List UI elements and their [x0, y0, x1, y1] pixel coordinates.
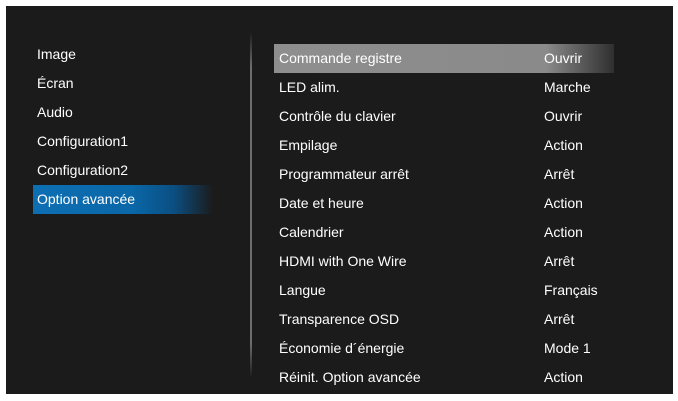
category-item-label: Option avancée — [37, 191, 136, 207]
setting-label: Transparence OSD — [279, 311, 400, 327]
category-item-label: Image — [37, 46, 76, 62]
setting-label: LED alim. — [279, 79, 340, 95]
setting-label: HDMI with One Wire — [279, 253, 407, 269]
category-item-label: Écran — [37, 75, 74, 91]
setting-value: Ouvrir — [544, 50, 583, 66]
settings-list: Commande registre Ouvrir LED alim. March… — [274, 44, 614, 392]
setting-value: Action — [544, 224, 583, 240]
category-item-label: Configuration1 — [37, 133, 129, 149]
setting-value: Action — [544, 195, 583, 211]
setting-row-transparence-osd[interactable]: Transparence OSD Arrêt — [274, 305, 614, 334]
category-item-configuration1[interactable]: Configuration1 — [33, 127, 213, 156]
setting-row-reinit-option-avancee[interactable]: Réinit. Option avancée Action — [274, 363, 614, 392]
setting-value: Français — [544, 282, 598, 298]
setting-row-date-heure[interactable]: Date et heure Action — [274, 189, 614, 218]
setting-value: Ouvrir — [544, 108, 583, 124]
setting-row-programmateur-arret[interactable]: Programmateur arrêt Arrêt — [274, 160, 614, 189]
category-item-label: Configuration2 — [37, 162, 129, 178]
setting-value: Marche — [544, 79, 591, 95]
category-item-ecran[interactable]: Écran — [33, 69, 213, 98]
setting-label: Langue — [279, 282, 326, 298]
setting-value: Arrêt — [544, 166, 575, 182]
setting-row-commande-registre[interactable]: Commande registre Ouvrir — [274, 44, 614, 73]
setting-label: Programmateur arrêt — [279, 166, 409, 182]
setting-value: Arrêt — [544, 311, 575, 327]
setting-value: Arrêt — [544, 253, 575, 269]
category-item-label: Audio — [37, 104, 73, 120]
setting-row-hdmi-one-wire[interactable]: HDMI with One Wire Arrêt — [274, 247, 614, 276]
setting-row-langue[interactable]: Langue Français — [274, 276, 614, 305]
menu-divider — [250, 32, 252, 378]
setting-row-led-alim[interactable]: LED alim. Marche — [274, 73, 614, 102]
setting-value: Mode 1 — [544, 340, 591, 356]
setting-row-controle-clavier[interactable]: Contrôle du clavier Ouvrir — [274, 102, 614, 131]
setting-label: Économie d´énergie — [279, 340, 405, 356]
setting-label: Contrôle du clavier — [279, 108, 396, 124]
setting-row-economie-energie[interactable]: Économie d´énergie Mode 1 — [274, 334, 614, 363]
setting-label: Empilage — [279, 137, 338, 153]
setting-value: Action — [544, 369, 583, 385]
setting-row-calendrier[interactable]: Calendrier Action — [274, 218, 614, 247]
category-item-option-avancee[interactable]: Option avancée — [33, 185, 213, 214]
setting-value: Action — [544, 137, 583, 153]
setting-label: Réinit. Option avancée — [279, 369, 421, 385]
osd-menu-panel: Image Écran Audio Configuration1 Configu… — [6, 6, 673, 394]
setting-row-empilage[interactable]: Empilage Action — [274, 131, 614, 160]
setting-label: Commande registre — [279, 50, 402, 66]
category-item-image[interactable]: Image — [33, 40, 213, 69]
category-item-configuration2[interactable]: Configuration2 — [33, 156, 213, 185]
category-menu: Image Écran Audio Configuration1 Configu… — [33, 40, 213, 214]
category-item-audio[interactable]: Audio — [33, 98, 213, 127]
setting-label: Calendrier — [279, 224, 344, 240]
setting-label: Date et heure — [279, 195, 364, 211]
